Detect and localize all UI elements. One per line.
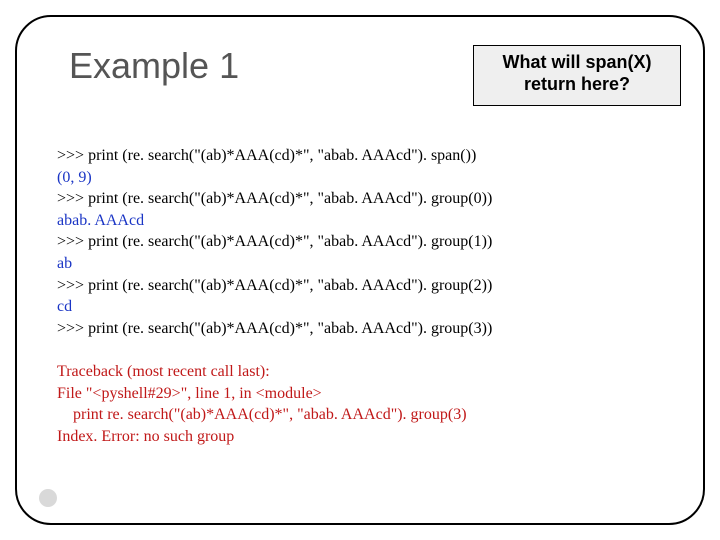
code-line-input: >>> print (re. search("(ab)*AAA(cd)*", "… [57,147,476,164]
code-line-input: >>> print (re. search("(ab)*AAA(cd)*", "… [57,277,492,294]
code-line-error: print re. search("(ab)*AAA(cd)*", "abab.… [57,406,467,423]
code-line-error: Index. Error: no such group [57,428,234,445]
code-line-error: File "<pyshell#29>", line 1, in <module> [57,385,322,402]
code-line-input: >>> print (re. search("(ab)*AAA(cd)*", "… [57,320,492,337]
code-line-output: ab [57,255,72,272]
code-line-error: Traceback (most recent call last): [57,363,270,380]
slide-frame: Example 1 What will span(X) return here?… [15,15,705,525]
code-line-output: (0, 9) [57,169,92,186]
code-line-input: >>> print (re. search("(ab)*AAA(cd)*", "… [57,190,492,207]
callout-box: What will span(X) return here? [473,45,681,106]
slide-title: Example 1 [69,45,239,87]
code-line-output: abab. AAAcd [57,212,144,229]
code-block: >>> print (re. search("(ab)*AAA(cd)*", "… [57,145,663,447]
corner-badge-icon [39,489,57,507]
code-line-output: cd [57,298,72,315]
code-line-input: >>> print (re. search("(ab)*AAA(cd)*", "… [57,233,492,250]
